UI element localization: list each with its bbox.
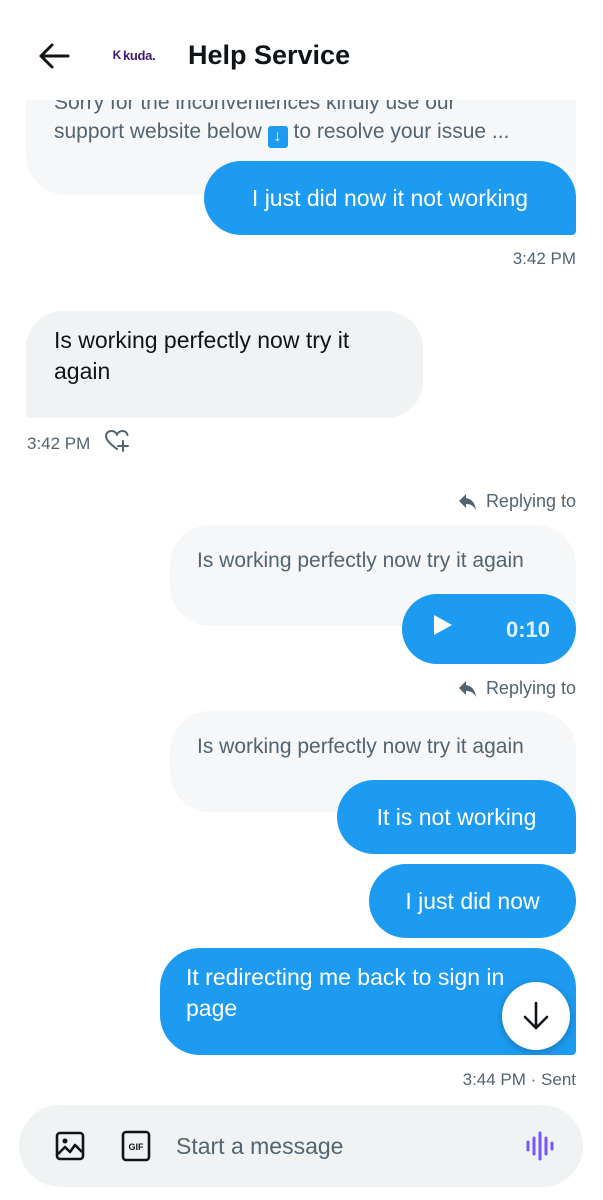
quoted-text: Is working perfectly now try it again	[197, 735, 524, 758]
image-icon	[55, 1131, 85, 1161]
arrow-down-icon	[523, 1001, 549, 1030]
message-timestamp-status: 3:44 PM · Sent	[462, 1070, 576, 1089]
scroll-to-bottom-button[interactable]	[502, 982, 570, 1050]
back-button[interactable]	[36, 38, 72, 74]
message-text: Is working perfectly now try it again	[54, 327, 350, 384]
kuda-logo: K kuda.	[113, 48, 156, 63]
outgoing-message[interactable]: I just did now	[369, 864, 576, 938]
message-timestamp: 3:42 PM	[27, 433, 91, 453]
message-list[interactable]: Sorry for the inconveniences kindly use …	[0, 100, 603, 1100]
quoted-text: Is working perfectly now try it again	[197, 549, 524, 572]
gif-icon: GIF	[121, 1130, 151, 1162]
message-meta: 3:42 PM	[27, 429, 130, 458]
voice-wave-icon	[526, 1131, 554, 1161]
avatar[interactable]: K kuda.	[103, 27, 165, 83]
message-text-line1: Sorry for the inconveniences kindly use …	[54, 100, 456, 114]
message-text: It is not working	[376, 803, 537, 830]
replying-to-label: Replying to	[458, 678, 576, 699]
play-icon	[434, 615, 452, 635]
replying-to-label: Replying to	[458, 491, 576, 512]
message-text: I just did now	[405, 887, 540, 914]
heart-plus-icon	[105, 429, 130, 452]
message-text: It redirecting me back to sign in page	[186, 964, 505, 1021]
down-arrow-emoji-icon: ↓	[267, 126, 288, 148]
add-media-button[interactable]	[53, 1129, 87, 1163]
logo-mark: K	[112, 48, 122, 62]
chat-header: K kuda. Help Service	[0, 0, 603, 100]
outgoing-message[interactable]: It is not working	[337, 780, 576, 854]
voice-message[interactable]: 0:10	[402, 594, 576, 664]
outgoing-message[interactable]: I just did now it not working	[204, 161, 576, 235]
reply-arrow-icon	[458, 680, 476, 697]
message-input[interactable]	[176, 1132, 523, 1160]
add-gif-button[interactable]: GIF	[119, 1129, 153, 1163]
conversation-title[interactable]: Help Service	[188, 40, 350, 71]
message-text-line2: support website below ↓ to resolve your …	[54, 117, 548, 148]
message-text: I just did now it not working	[251, 184, 529, 211]
arrow-left-icon	[39, 43, 70, 69]
voice-duration: 0:10	[505, 616, 550, 642]
add-reaction-button[interactable]	[104, 429, 130, 458]
svg-text:GIF: GIF	[129, 1142, 145, 1152]
play-button[interactable]	[432, 613, 454, 645]
message-composer: GIF	[19, 1105, 583, 1187]
logo-text: kuda.	[122, 47, 156, 63]
incoming-message[interactable]: Is working perfectly now try it again	[26, 311, 423, 418]
reply-arrow-icon	[458, 493, 476, 510]
message-timestamp: 3:42 PM	[512, 249, 576, 268]
voice-message-button[interactable]	[523, 1129, 557, 1163]
